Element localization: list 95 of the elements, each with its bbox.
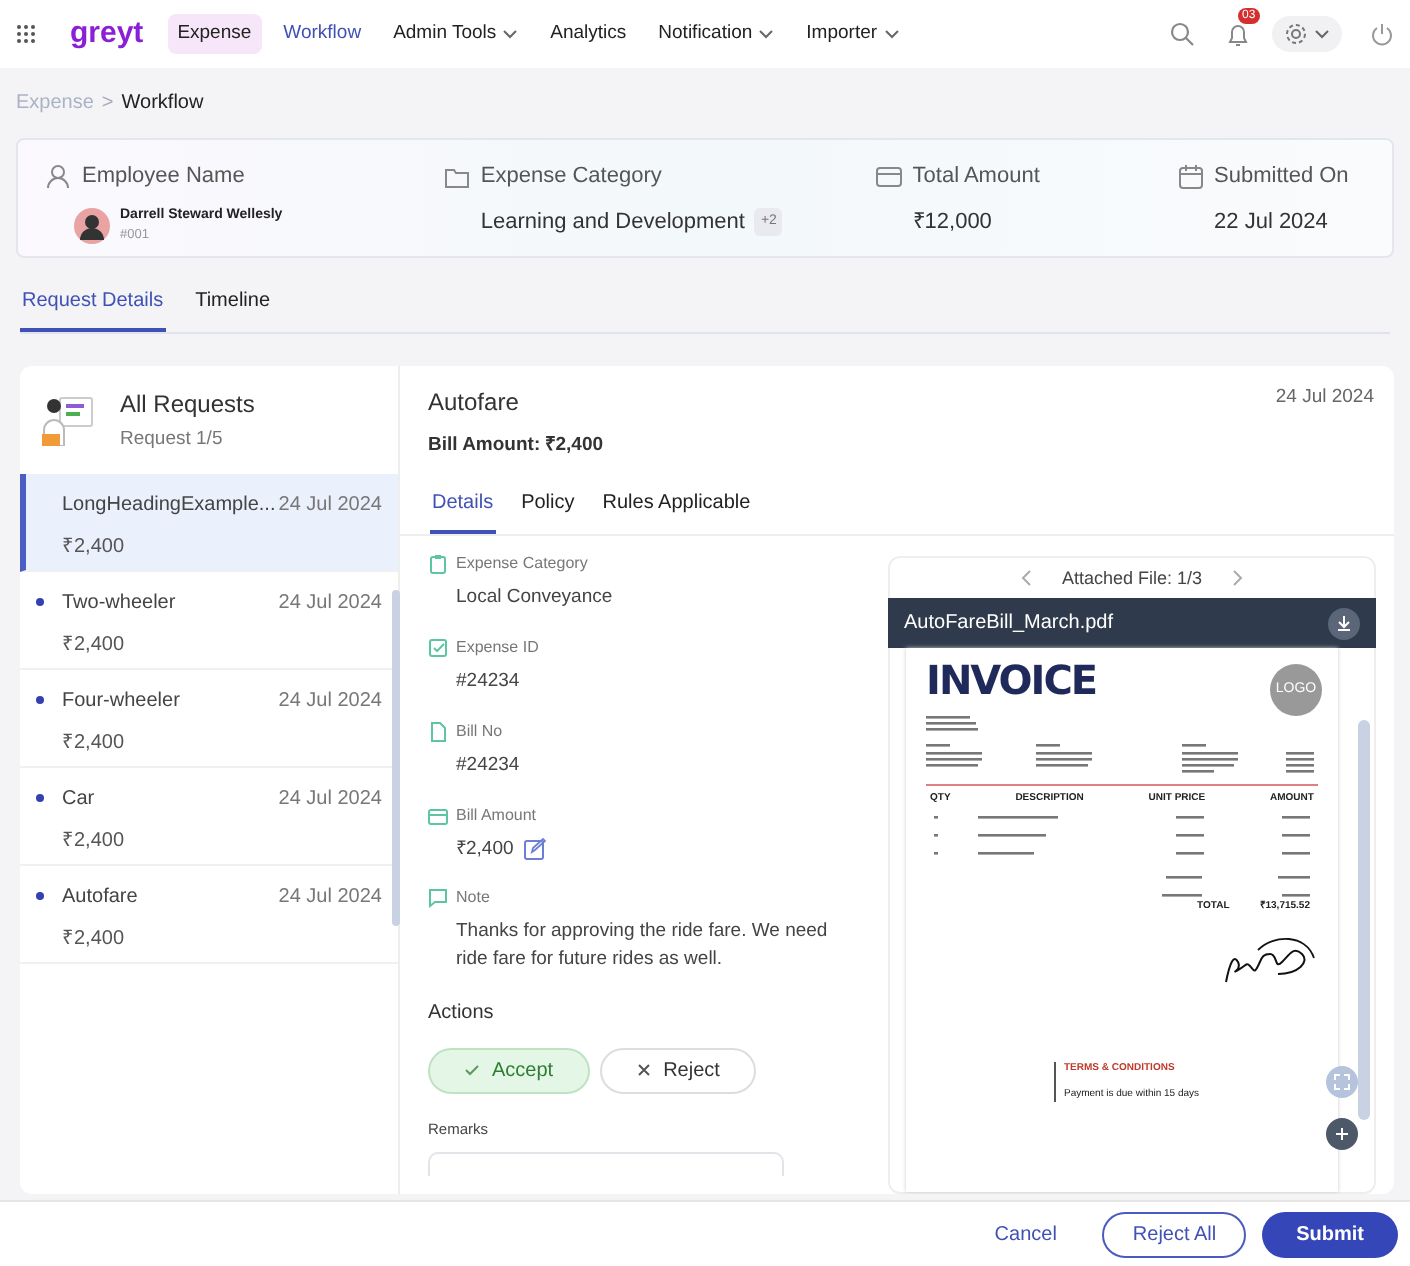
plus-icon (1334, 1126, 1350, 1143)
tab[interactable]: Rules Applicable (600, 484, 753, 535)
edit-icon[interactable] (523, 837, 546, 860)
tab[interactable]: Timeline (193, 282, 273, 332)
breadcrumb-separator: > (101, 90, 114, 118)
tab[interactable]: Details (430, 484, 496, 535)
cancel-button[interactable]: Cancel (964, 1211, 1087, 1257)
invoice-title: INVOICE (926, 660, 1097, 701)
check-icon (464, 1062, 480, 1079)
field-label: Expense Category (480, 162, 662, 192)
request-counter: Request 1/5 (120, 425, 225, 454)
request-amount: ₹2,400 (62, 926, 127, 954)
chevron-down-icon (883, 28, 900, 40)
reject-all-button[interactable]: Reject All (1102, 1211, 1247, 1257)
calendar-icon (1178, 163, 1205, 190)
request-amount: ₹2,400 (62, 828, 127, 856)
field-label: Submitted On (1214, 162, 1349, 192)
chevron-right-icon[interactable] (1232, 570, 1245, 587)
bill-amount-text: Bill Amount: ₹2,400 (428, 432, 604, 460)
chevron-down-icon (502, 28, 519, 40)
request-date: 24 Jul 2024 (278, 786, 382, 814)
field-value: Learning and Development (480, 207, 745, 237)
request-title: Four-wheeler (62, 688, 180, 716)
card-icon (876, 163, 903, 190)
fit-screen-icon (1334, 1074, 1350, 1091)
tab[interactable]: Policy (519, 484, 577, 535)
breadcrumb-current: Workflow (121, 90, 204, 118)
chevron-left-icon[interactable] (1019, 570, 1032, 587)
settings-icon (1284, 22, 1308, 46)
nav-menu-item[interactable]: Notification (648, 13, 785, 55)
chat-icon (428, 888, 448, 909)
checkbox-icon (428, 638, 448, 659)
field-value: 22 Jul 2024 (1214, 207, 1328, 237)
close-icon (635, 1062, 652, 1079)
accept-button[interactable]: Accept (428, 1047, 590, 1094)
tab[interactable]: Request Details (20, 282, 166, 332)
clipboard-icon (428, 554, 448, 575)
field-label: Bill No (456, 719, 503, 744)
folder-icon (444, 163, 471, 190)
file-name: AutoFareBill_March.pdf (904, 610, 1113, 639)
request-date: 24 Jul 2024 (278, 688, 382, 716)
field-value: ₹12,000 (912, 207, 992, 237)
nav-menu-item[interactable]: Expense (167, 13, 262, 55)
field-label: Employee Name (82, 162, 245, 192)
zoom-in-button[interactable] (1326, 1118, 1358, 1151)
expense-date: 24 Jul 2024 (1275, 384, 1374, 412)
field-value: ₹2,400 (456, 835, 514, 863)
field-label: Bill Amount (456, 803, 537, 828)
request-title: Two-wheeler (62, 590, 176, 618)
brand-logo[interactable]: greyt (70, 11, 144, 57)
scrollbar-thumb[interactable] (392, 590, 400, 926)
field-label: Total Amount (912, 162, 1040, 192)
panel-title: All Requests (120, 387, 255, 422)
request-list-item[interactable]: LongHeadingExample...24 Jul 2024 ₹2,400 (20, 474, 398, 572)
request-amount: ₹2,400 (62, 730, 127, 758)
request-title: LongHeadingExample... (62, 492, 276, 520)
power-icon[interactable] (1370, 22, 1394, 46)
document-icon (428, 721, 448, 742)
remarks-field[interactable] (428, 1151, 784, 1176)
download-icon[interactable] (1328, 607, 1360, 640)
request-title: Car (62, 786, 95, 814)
avatar-icon (74, 207, 110, 244)
nav-menu-item[interactable]: Admin Tools (383, 13, 529, 55)
nav-menu-item[interactable]: Importer (796, 13, 910, 55)
request-amount: ₹2,400 (62, 534, 127, 562)
attachment-counter: Attached File: 1/3 (1061, 565, 1203, 591)
field-value: Thanks for approving the ride fare. We need ride fare for future rides as well. (456, 918, 828, 974)
field-label: Expense Category (456, 552, 588, 577)
request-amount: ₹2,400 (62, 632, 127, 660)
person-icon (46, 163, 72, 190)
field-label: Expense ID (456, 636, 539, 661)
chevron-down-icon (758, 28, 775, 40)
search-icon[interactable] (1170, 22, 1194, 46)
chevron-down-icon (1314, 28, 1330, 40)
nav-menu-item[interactable]: Analytics (540, 13, 637, 55)
field-value: #24234 (456, 668, 520, 696)
person-illustration-drawing (40, 394, 96, 446)
request-date: 24 Jul 2024 (278, 492, 382, 520)
field-value: Local Conveyance (456, 584, 613, 613)
section-heading: Actions (428, 999, 494, 1028)
request-title: Autofare (62, 884, 138, 912)
reject-button[interactable]: Reject (599, 1047, 756, 1094)
expense-title: Autofare (428, 386, 519, 420)
request-date: 24 Jul 2024 (278, 590, 382, 618)
field-value: #24234 (456, 751, 520, 780)
nav-menu-item[interactable]: Workflow (273, 13, 372, 55)
fit-screen-button[interactable] (1326, 1066, 1358, 1099)
submit-button[interactable]: Submit (1262, 1211, 1398, 1257)
request-date: 24 Jul 2024 (278, 884, 382, 912)
card-icon (428, 805, 448, 826)
field-label: Note (456, 886, 490, 911)
settings-button[interactable] (1272, 16, 1342, 52)
scrollbar-thumb[interactable] (1358, 720, 1370, 1121)
bell-icon[interactable] (1226, 21, 1250, 47)
apps-grid-icon[interactable] (16, 23, 38, 45)
